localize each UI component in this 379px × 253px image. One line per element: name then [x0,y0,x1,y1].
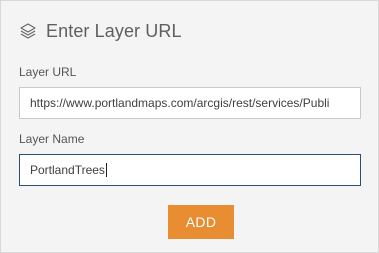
layer-url-value: https://www.portlandmaps.com/arcgis/rest… [30,96,330,110]
layer-url-input[interactable]: https://www.portlandmaps.com/arcgis/rest… [19,87,361,119]
enter-layer-url-panel: Enter Layer URL Layer URL https://www.po… [0,0,379,253]
layer-name-value: PortlandTrees [30,163,105,177]
text-caret [105,163,107,177]
panel-title: Enter Layer URL [46,20,182,41]
layers-icon [18,21,38,41]
add-button[interactable]: ADD [168,205,234,239]
layer-url-label: Layer URL [19,65,77,79]
layer-name-label: Layer Name [19,132,85,146]
panel-header: Enter Layer URL [18,18,182,44]
layer-name-input[interactable]: PortlandTrees [19,154,361,186]
